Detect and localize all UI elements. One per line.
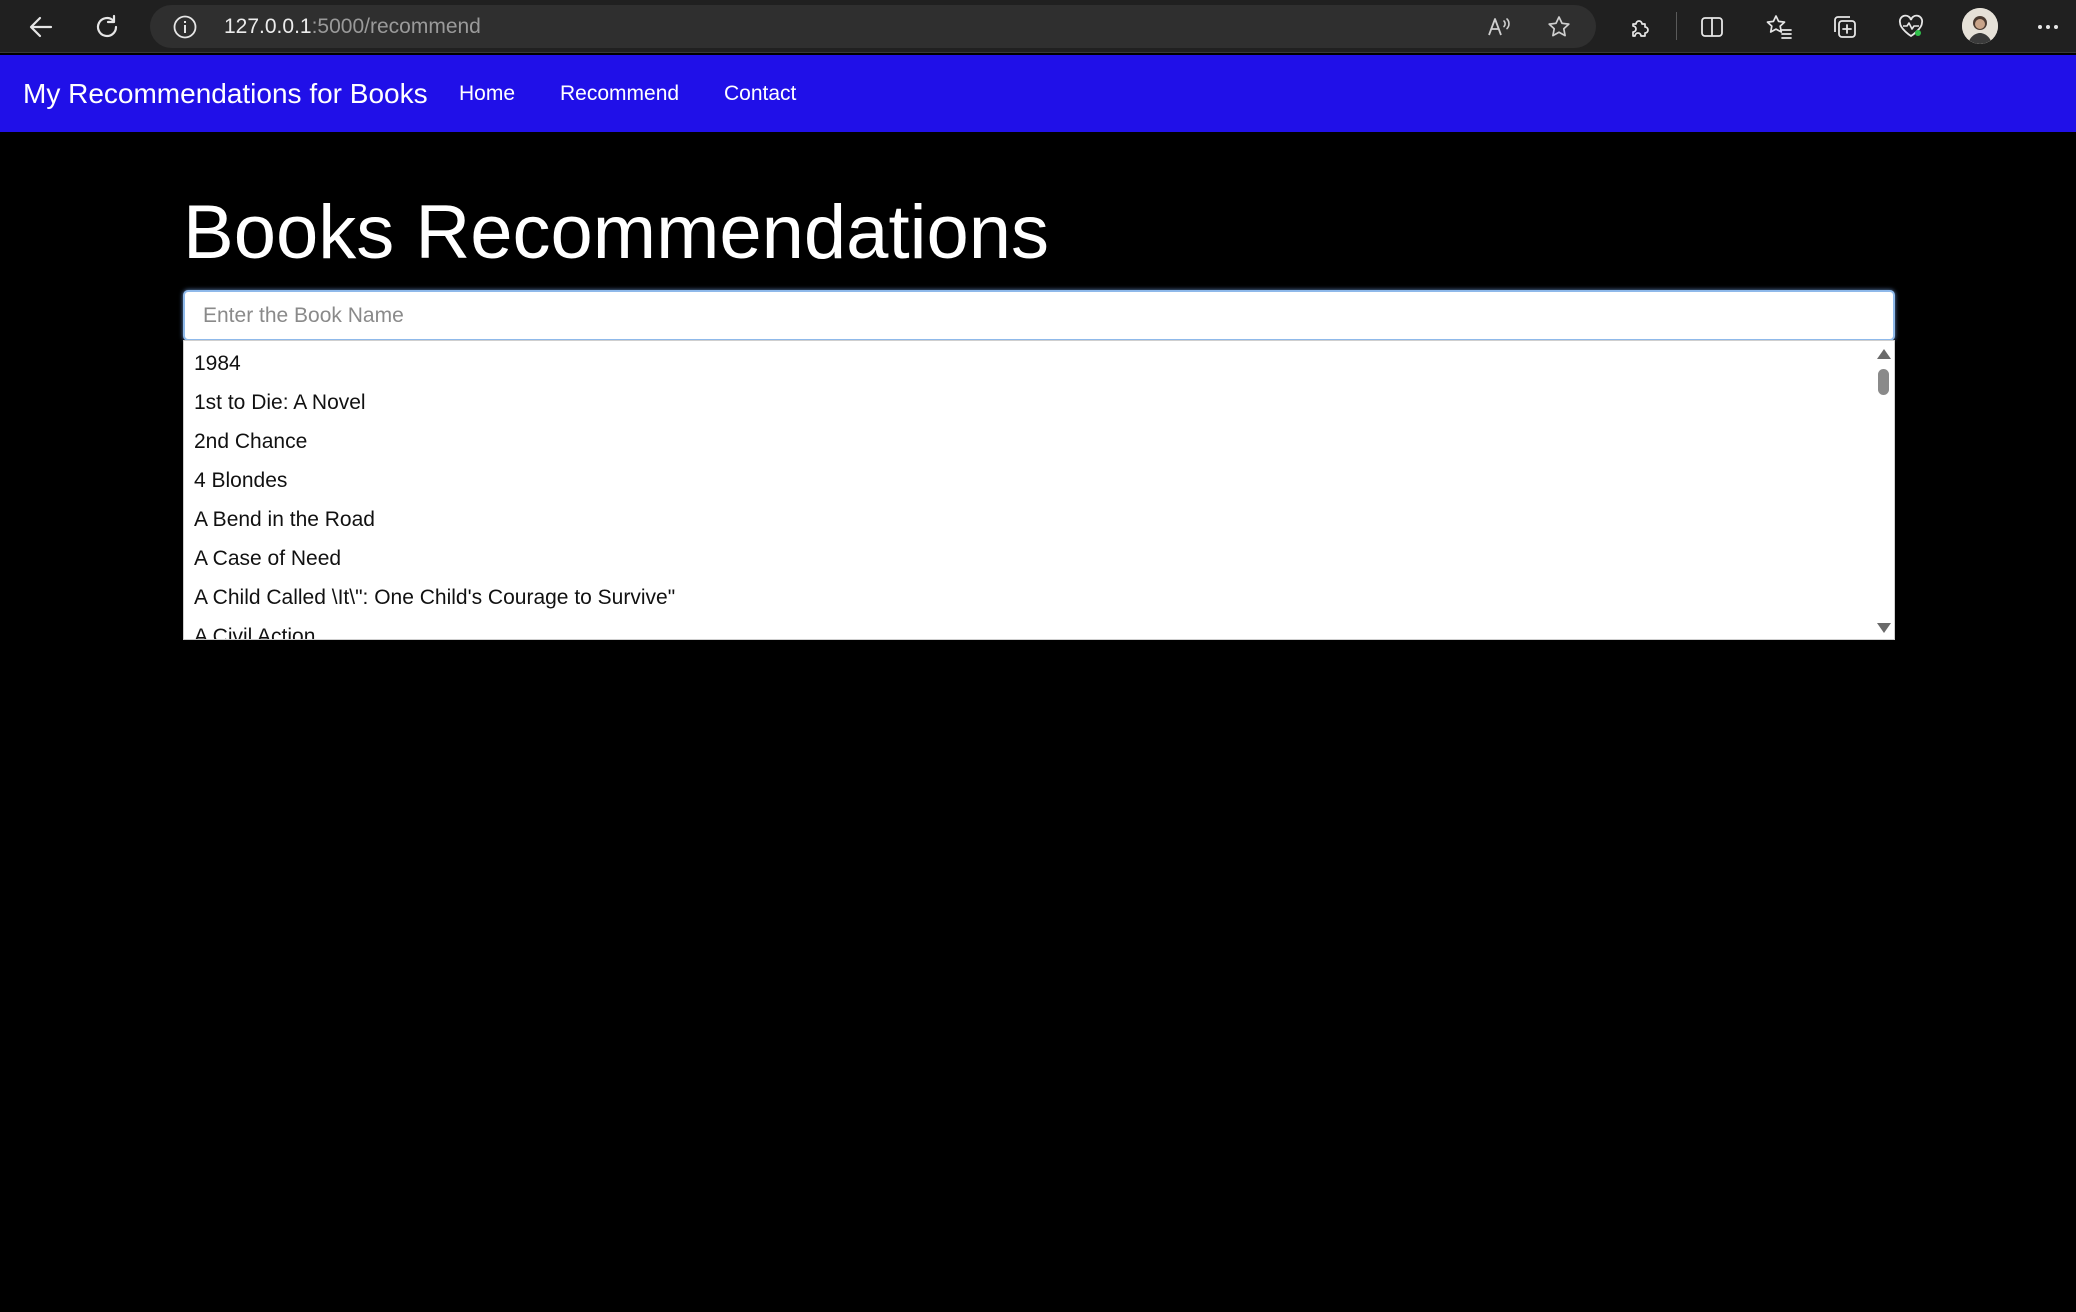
scroll-thumb[interactable] bbox=[1878, 369, 1889, 395]
reload-icon[interactable] bbox=[87, 7, 127, 47]
extensions-icon[interactable] bbox=[1620, 7, 1660, 47]
toolbar-divider bbox=[1676, 12, 1677, 40]
browser-toolbar: 127.0.0.1:5000/recommend bbox=[0, 0, 2076, 53]
page-title: Books Recommendations bbox=[183, 190, 1049, 275]
suggestion-item[interactable]: A Case of Need bbox=[184, 542, 1894, 581]
suggestion-item[interactable]: 1984 bbox=[184, 347, 1894, 386]
navbar-brand[interactable]: My Recommendations for Books bbox=[23, 55, 428, 132]
autocomplete-dropdown: 1984 1st to Die: A Novel 2nd Chance 4 Bl… bbox=[183, 340, 1895, 640]
collections-icon[interactable] bbox=[1825, 7, 1865, 47]
suggestion-item[interactable]: 1st to Die: A Novel bbox=[184, 386, 1894, 425]
scroll-down-arrow-icon[interactable] bbox=[1877, 623, 1891, 633]
suggestion-item[interactable]: 4 Blondes bbox=[184, 464, 1894, 503]
favorites-icon[interactable] bbox=[1759, 7, 1799, 47]
suggestion-item[interactable]: A Civil Action bbox=[184, 620, 1894, 639]
back-arrow-icon[interactable] bbox=[21, 7, 61, 47]
nav-link-contact[interactable]: Contact bbox=[724, 55, 796, 132]
scroll-up-arrow-icon[interactable] bbox=[1877, 349, 1891, 359]
browser-essentials-icon[interactable] bbox=[1891, 7, 1931, 47]
suggestion-item[interactable]: 2nd Chance bbox=[184, 425, 1894, 464]
site-navbar: My Recommendations for Books Home Recomm… bbox=[0, 55, 2076, 132]
read-aloud-icon[interactable] bbox=[1486, 14, 1512, 40]
nav-link-home[interactable]: Home bbox=[459, 55, 515, 132]
favorite-star-icon[interactable] bbox=[1546, 14, 1572, 40]
address-bar[interactable]: 127.0.0.1:5000/recommend bbox=[150, 5, 1596, 48]
book-search-input[interactable] bbox=[183, 290, 1895, 341]
split-screen-icon[interactable] bbox=[1692, 7, 1732, 47]
url-path: :5000/recommend bbox=[311, 15, 481, 38]
more-menu-icon[interactable] bbox=[2028, 7, 2068, 47]
profile-avatar[interactable] bbox=[1962, 8, 1998, 44]
suggestion-item[interactable]: A Bend in the Road bbox=[184, 503, 1894, 542]
dropdown-scrollbar[interactable] bbox=[1872, 341, 1894, 639]
url-host: 127.0.0.1 bbox=[224, 15, 312, 38]
suggestion-list: 1984 1st to Die: A Novel 2nd Chance 4 Bl… bbox=[184, 341, 1894, 639]
nav-link-recommend[interactable]: Recommend bbox=[560, 55, 679, 132]
site-info-icon[interactable] bbox=[172, 14, 198, 40]
url-text[interactable]: 127.0.0.1:5000/recommend bbox=[224, 5, 481, 48]
suggestion-item[interactable]: A Child Called \It\": One Child's Courag… bbox=[184, 581, 1894, 620]
